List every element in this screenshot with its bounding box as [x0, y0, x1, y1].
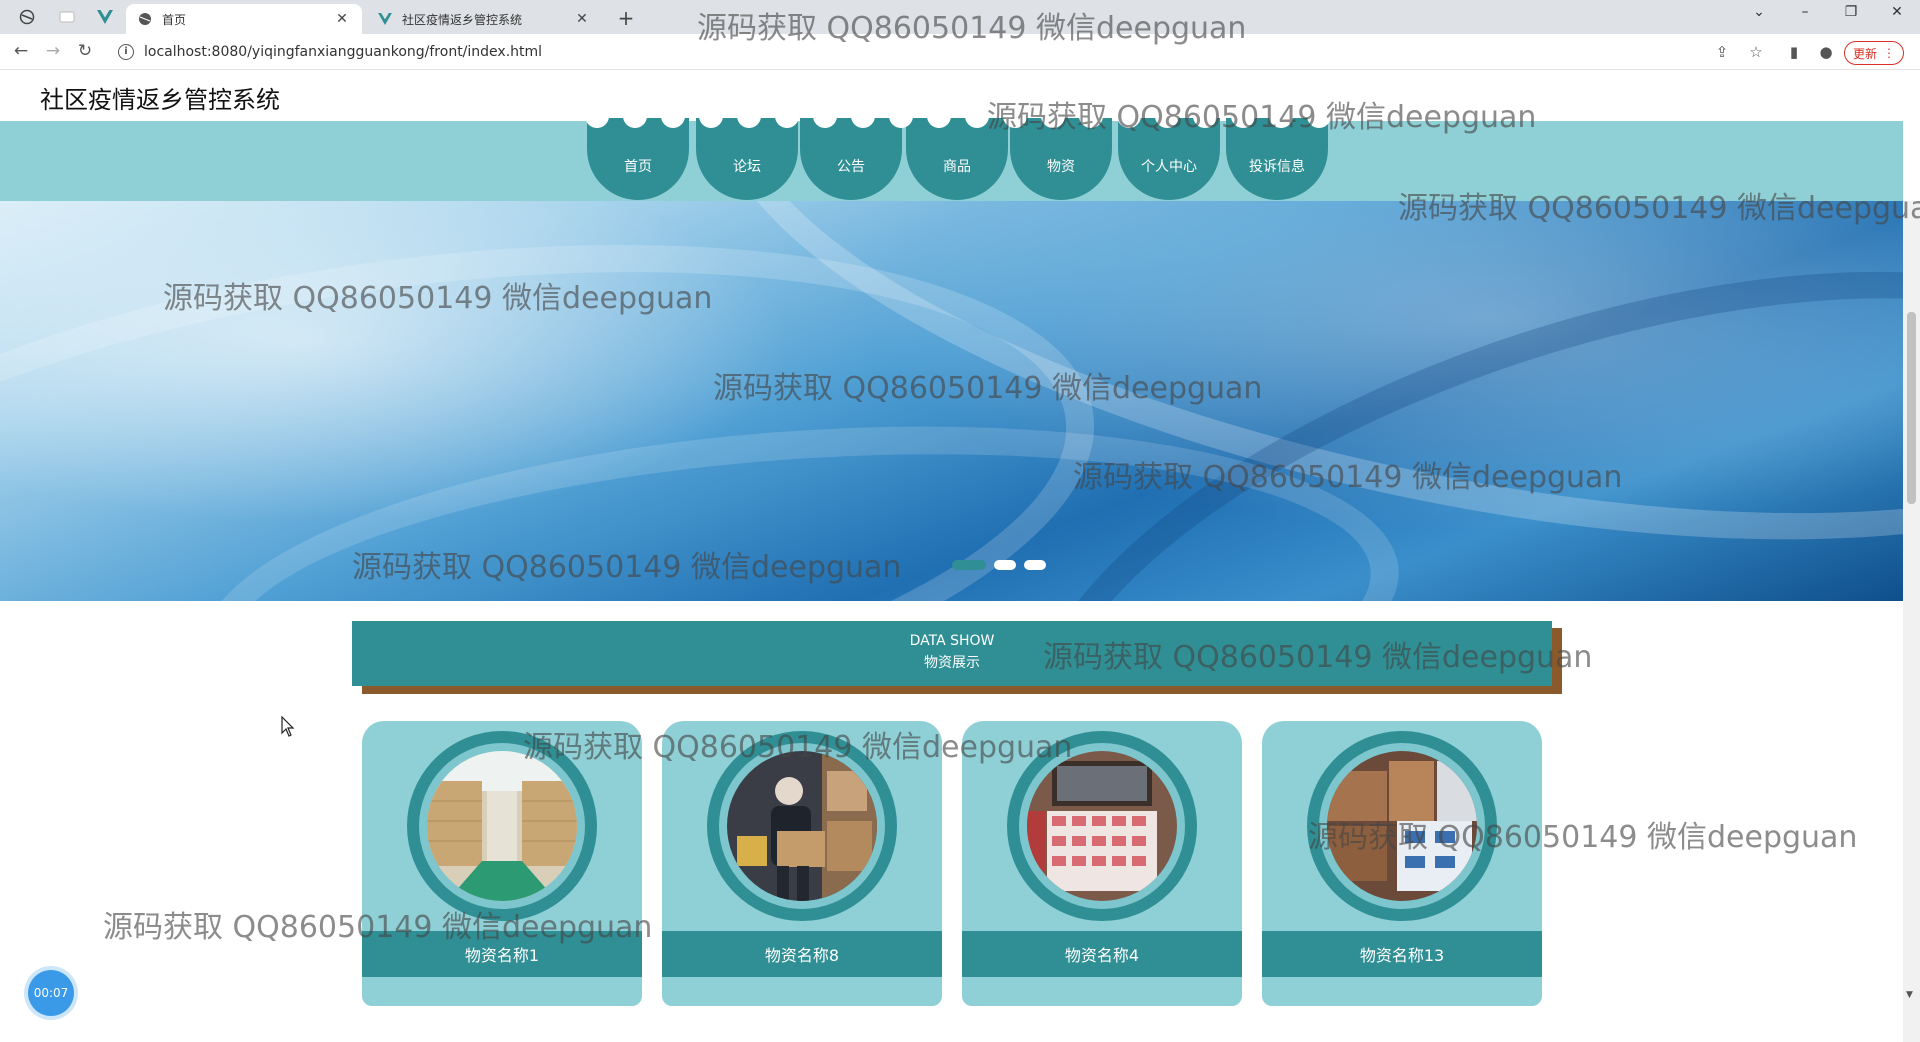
- carousel-indicators: [952, 560, 1046, 570]
- tab-search-chevron-icon[interactable]: ⌄: [1744, 4, 1774, 20]
- tab-system[interactable]: 社区疫情返乡管控系统 ✕: [366, 4, 602, 34]
- forward-arrow-icon[interactable]: →: [42, 41, 64, 61]
- carousel-dot-3[interactable]: [1024, 560, 1046, 570]
- material-card[interactable]: 物资名称4: [962, 721, 1242, 1006]
- material-card[interactable]: 物资名称1: [362, 721, 642, 1006]
- recording-timer[interactable]: 00:07: [28, 970, 74, 1016]
- side-panel-icon[interactable]: ▮: [1784, 43, 1804, 61]
- card-caption: 物资名称4: [962, 931, 1242, 977]
- vue-logo-icon: [378, 12, 392, 26]
- minimize-button[interactable]: –: [1790, 4, 1820, 20]
- card-caption: 物资名称8: [662, 931, 942, 977]
- globe-icon: [19, 9, 35, 25]
- close-tab-icon[interactable]: ✕: [334, 11, 350, 27]
- tab-label: 社区疫情返乡管控系统: [402, 12, 523, 27]
- share-icon[interactable]: ⇪: [1712, 43, 1732, 61]
- pinned-tab-vue[interactable]: [88, 4, 122, 30]
- carousel-dot-1[interactable]: [952, 560, 986, 570]
- card-caption: 物资名称1: [362, 931, 642, 977]
- new-tab-button[interactable]: +: [614, 6, 638, 30]
- section-header: DATA SHOW 物资展示: [352, 621, 1552, 686]
- back-arrow-icon[interactable]: ←: [10, 41, 32, 61]
- page-icon: [59, 11, 75, 23]
- url-field[interactable]: i localhost:8080/yiqingfanxiangguankong/…: [108, 38, 1768, 66]
- mouse-cursor-icon: [281, 716, 295, 737]
- update-button[interactable]: 更新 ⋮: [1844, 41, 1905, 65]
- material-card[interactable]: 物资名称13: [1262, 721, 1542, 1006]
- pinned-tab-blank[interactable]: [50, 4, 84, 30]
- site-title: 社区疫情返乡管控系统: [40, 86, 280, 114]
- section-title-cn: 物资展示: [924, 655, 980, 671]
- url-text: localhost:8080/yiqingfanxiangguankong/fr…: [144, 44, 543, 60]
- profile-avatar-icon[interactable]: ●: [1816, 43, 1836, 61]
- warehouse-photo[interactable]: [427, 751, 577, 901]
- card-caption: 物资名称13: [1262, 931, 1542, 977]
- more-menu-icon[interactable]: ⋮: [1883, 46, 1895, 60]
- delivery-worker-photo[interactable]: [727, 751, 877, 901]
- browser-tab-strip: 首页 ✕ 社区疫情返乡管控系统 ✕ + ⌄ – ❐ ✕: [0, 0, 1920, 34]
- stacked-goods-photo[interactable]: [1027, 751, 1177, 901]
- close-tab-icon[interactable]: ✕: [574, 11, 590, 27]
- restore-button[interactable]: ❐: [1836, 4, 1866, 20]
- material-card[interactable]: 物资名称8: [662, 721, 942, 1006]
- pinned-tab-chrome[interactable]: [10, 4, 44, 30]
- bookmark-star-icon[interactable]: ☆: [1746, 43, 1766, 61]
- reload-icon[interactable]: ↻: [74, 41, 96, 61]
- vue-logo-icon: [97, 10, 113, 24]
- address-bar: ← → ↻ i localhost:8080/yiqingfanxianggua…: [0, 34, 1920, 70]
- close-window-button[interactable]: ✕: [1882, 4, 1912, 20]
- scroll-down-arrow-icon[interactable]: ▼: [1906, 990, 1913, 1000]
- globe-icon: [138, 12, 152, 26]
- carousel-dot-2[interactable]: [994, 560, 1016, 570]
- boxes-photo[interactable]: [1327, 751, 1477, 901]
- scrollbar-thumb[interactable]: [1907, 312, 1916, 504]
- tab-home[interactable]: 首页 ✕: [126, 4, 362, 34]
- tab-label: 首页: [162, 12, 187, 27]
- section-title-en: DATA SHOW: [909, 633, 995, 649]
- site-info-icon[interactable]: i: [118, 44, 134, 60]
- hero-banner: [0, 201, 1903, 601]
- update-label: 更新: [1853, 46, 1878, 61]
